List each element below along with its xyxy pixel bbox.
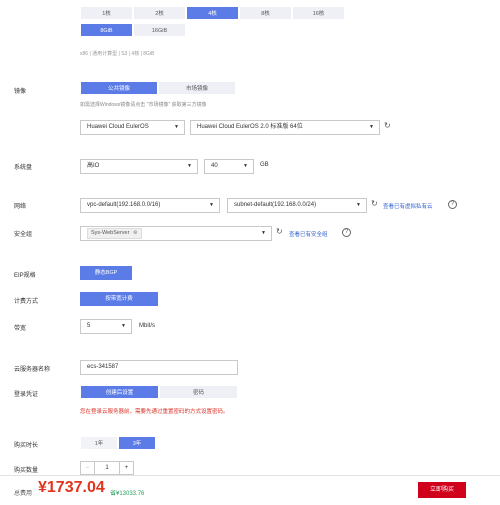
buy-now-button[interactable]: 立即购买 <box>418 482 466 498</box>
help-icon[interactable]: ? <box>342 228 351 237</box>
chevron-down-icon: ▼ <box>369 124 374 130</box>
duration-option-1y[interactable]: 1年 <box>80 436 118 450</box>
security-group-select[interactable]: Sys-WebServer ⊗ ▼ <box>80 226 272 241</box>
tab-password[interactable]: 密码 <box>159 385 238 399</box>
chevron-down-icon: ▼ <box>187 163 192 169</box>
system-disk-label: 系统盘 <box>14 165 33 171</box>
chevron-down-icon: ▼ <box>261 230 266 236</box>
os-select[interactable]: Huawei Cloud EulerOS ▼ <box>80 120 185 135</box>
refresh-icon[interactable]: ↻ <box>276 227 283 236</box>
vcpu-option-16[interactable]: 16核 <box>292 6 345 20</box>
image-hint: 如需选择Windows镜像请点击 "市场镜像" 获取第三方镜像 <box>80 102 207 108</box>
image-tabs: 公共镜像 市场镜像 <box>80 81 236 95</box>
os-select-value: Huawei Cloud EulerOS <box>87 124 149 130</box>
memory-option-8[interactable]: 8GiB <box>80 23 133 37</box>
quantity-plus-button[interactable]: + <box>119 462 133 474</box>
subnet-value: subnet-default(192.168.0.0/24) <box>234 202 317 208</box>
eip-label: EIP规格 <box>14 273 36 279</box>
disk-size-value: 40 <box>211 163 218 169</box>
tab-set-after-create[interactable]: 创建后设置 <box>80 385 159 399</box>
vcpu-selector: 1核 2核 4核 8核 16核 <box>80 6 345 20</box>
billing-bandwidth-option[interactable]: 按带宽计费 <box>80 292 158 306</box>
spec-summary: x86 | 通用计算型 | S3 | 4核 | 8GiB <box>80 51 155 57</box>
server-name-label: 云服务器名称 <box>14 367 51 373</box>
chevron-down-icon: ▼ <box>243 163 248 169</box>
subnet-select[interactable]: subnet-default(192.168.0.0/24) ▼ <box>227 198 367 213</box>
vcpu-option-4[interactable]: 4核 <box>186 6 239 20</box>
network-label: 网络 <box>14 204 27 210</box>
login-warning: 您在登录云服务器前，需要先通过重置密码的方式设置密码。 <box>80 409 229 415</box>
security-group-tag[interactable]: Sys-WebServer ⊗ <box>87 228 142 239</box>
chevron-down-icon: ▼ <box>121 323 126 329</box>
quantity-value: 1 <box>105 465 109 471</box>
refresh-icon[interactable]: ↻ <box>384 121 391 130</box>
refresh-icon[interactable]: ↻ <box>371 199 378 208</box>
os-version-value: Huawei Cloud EulerOS 2.0 标准版 64位 <box>197 124 303 130</box>
tab-market-image[interactable]: 市场镜像 <box>158 81 236 95</box>
chevron-down-icon: ▼ <box>174 124 179 130</box>
close-icon[interactable]: ⊗ <box>133 230 138 236</box>
login-label: 登录凭证 <box>14 392 39 398</box>
vpc-select[interactable]: vpc-default(192.168.0.0/16) ▼ <box>80 198 220 213</box>
security-group-value: Sys-WebServer <box>91 230 130 236</box>
login-tabs: 创建后设置 密码 <box>80 385 238 399</box>
tab-public-image[interactable]: 公共镜像 <box>80 81 158 95</box>
server-name-input[interactable]: ecs-341587 <box>80 360 238 375</box>
bandwidth-select[interactable]: 5 ▼ <box>80 319 132 334</box>
eip-static-bgp-option[interactable]: 静态BGP <box>80 266 132 280</box>
disk-unit: GB <box>260 162 269 168</box>
memory-selector: 8GiB 16GiB <box>80 23 186 37</box>
total-price: ¥1737.04 <box>38 479 105 496</box>
billing-label: 计费方式 <box>14 299 39 305</box>
security-group-label: 安全组 <box>14 232 33 238</box>
help-icon[interactable]: ? <box>448 200 457 209</box>
memory-option-16[interactable]: 16GiB <box>133 23 186 37</box>
chevron-down-icon: ▼ <box>209 202 214 208</box>
savings-amount: 省¥13033.76 <box>110 491 145 497</box>
image-label: 镜像 <box>14 89 27 95</box>
vcpu-option-1[interactable]: 1核 <box>80 6 133 20</box>
bandwidth-unit: Mbit/s <box>139 323 156 329</box>
bandwidth-label: 带宽 <box>14 326 27 332</box>
duration-label: 购买时长 <box>14 443 39 449</box>
vcpu-option-2[interactable]: 2核 <box>133 6 186 20</box>
quantity-label: 购买数量 <box>14 468 39 474</box>
duration-tabs: 1年 3年 <box>80 436 156 450</box>
chevron-down-icon: ▼ <box>356 202 361 208</box>
vpc-value: vpc-default(192.168.0.0/16) <box>87 202 161 208</box>
disk-size-stepper[interactable]: 40 ▼ <box>204 159 254 174</box>
bandwidth-value: 5 <box>87 323 91 329</box>
view-security-group-link[interactable]: 查看已有安全组 <box>289 230 328 238</box>
view-vpc-link[interactable]: 查看已有虚拟私有云 <box>383 202 433 210</box>
quantity-minus-button[interactable]: − <box>81 462 95 474</box>
vcpu-option-8[interactable]: 8核 <box>239 6 292 20</box>
price-footer: 总费用 ¥1737.04 省¥13033.76 立即购买 <box>0 475 500 505</box>
disk-type-value: 高IO <box>87 163 100 169</box>
disk-type-select[interactable]: 高IO ▼ <box>80 159 198 174</box>
duration-option-3y[interactable]: 3年 <box>118 436 156 450</box>
quantity-stepper[interactable]: − 1 + <box>80 461 134 475</box>
os-version-select[interactable]: Huawei Cloud EulerOS 2.0 标准版 64位 ▼ <box>190 120 380 135</box>
total-cost-label: 总费用 <box>14 491 33 497</box>
